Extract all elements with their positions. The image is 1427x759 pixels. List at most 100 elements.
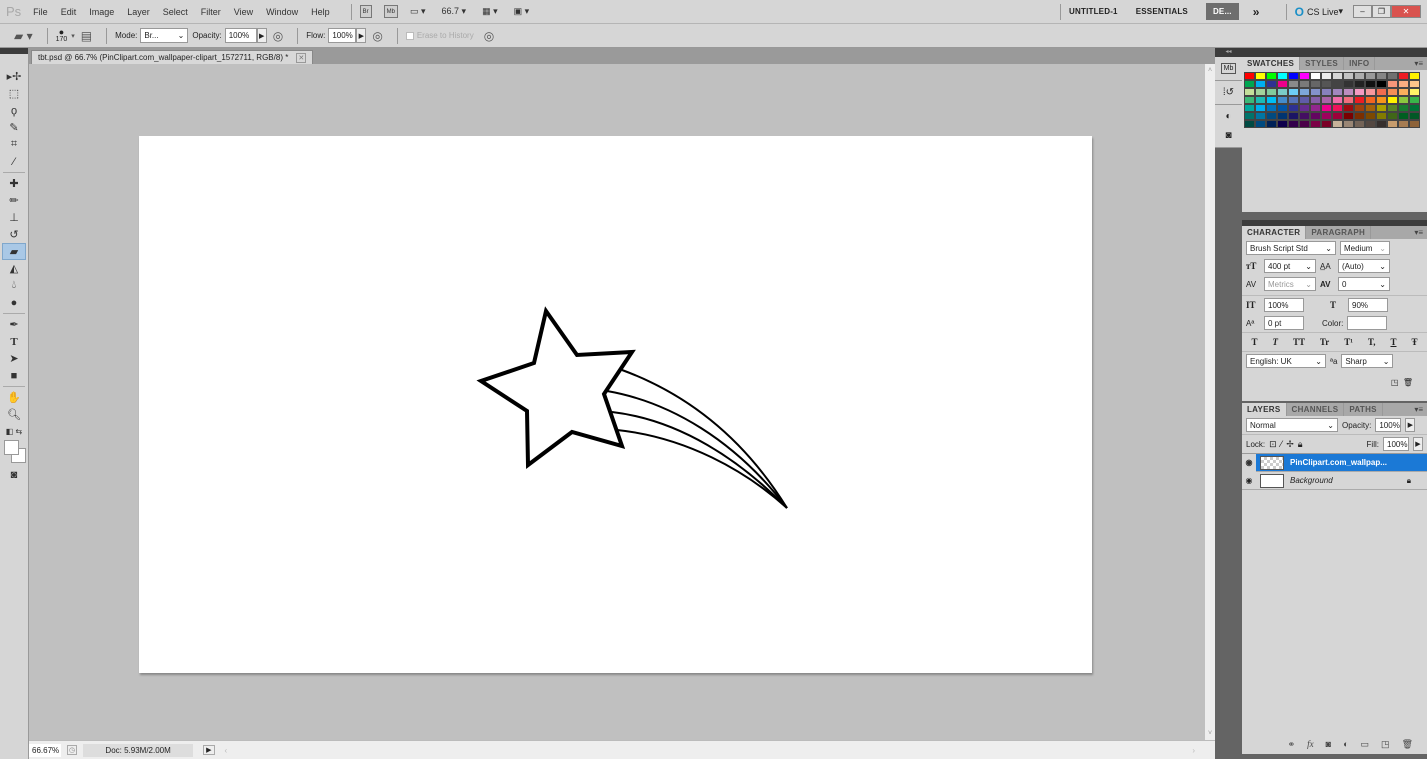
panel-menu-icon[interactable]: ▾≡ [1414, 405, 1427, 414]
chevron-down-icon[interactable]: ▾ [71, 32, 75, 40]
restore-button[interactable]: ❐ [1372, 5, 1391, 18]
close-tab-icon[interactable]: ✕ [296, 52, 307, 63]
hand-tool-icon[interactable]: ✋ [2, 389, 26, 406]
color-swatch[interactable] [1277, 80, 1288, 88]
zoom-percentage-input[interactable]: 66.67% [29, 743, 61, 757]
lock-image-icon[interactable]: ⁄ [1281, 439, 1283, 449]
color-swatch[interactable] [1299, 96, 1310, 104]
layer-fill-slider-button[interactable]: ▶ [1413, 437, 1423, 451]
opacity-slider-button[interactable]: ▶ [256, 28, 267, 43]
color-swatch[interactable] [1277, 96, 1288, 104]
color-swatch[interactable] [1332, 72, 1343, 80]
color-swatch[interactable] [1288, 80, 1299, 88]
color-swatch[interactable] [1354, 120, 1365, 128]
scroll-left-icon[interactable]: ‹ [225, 746, 228, 755]
panel-header[interactable] [1242, 48, 1427, 57]
color-swatch[interactable] [1365, 72, 1376, 80]
color-swatch[interactable] [1365, 104, 1376, 112]
font-family-select[interactable]: Brush Script Std ⌄ [1246, 241, 1336, 255]
horizontal-scrollbar[interactable]: ‹ › [221, 744, 1216, 756]
visibility-eye-icon[interactable]: ◉ [1242, 476, 1256, 485]
color-swatch[interactable] [1332, 104, 1343, 112]
color-swatch[interactable] [1310, 80, 1321, 88]
color-swatch[interactable] [1321, 88, 1332, 96]
color-swatch[interactable] [1354, 104, 1365, 112]
color-swatch[interactable] [1409, 96, 1420, 104]
color-swatch[interactable] [1255, 112, 1266, 120]
scroll-down-icon[interactable]: ˅ [1205, 730, 1215, 737]
color-swatch[interactable] [1288, 104, 1299, 112]
color-swatch[interactable] [1387, 96, 1398, 104]
color-swatch[interactable] [1332, 80, 1343, 88]
color-swatch[interactable] [1321, 96, 1332, 104]
color-swatch[interactable] [1354, 72, 1365, 80]
adjustments-panel-icon[interactable]: ◐ [1225, 111, 1231, 122]
color-swatch[interactable] [1354, 88, 1365, 96]
new-style-icon[interactable]: ◳ [1391, 378, 1399, 387]
color-swatch[interactable] [1299, 112, 1310, 120]
color-swatch[interactable] [1387, 120, 1398, 128]
color-swatch[interactable] [1244, 112, 1255, 120]
blend-mode-select[interactable]: Normal ⌄ [1246, 418, 1338, 432]
tab-channels[interactable]: CHANNELS [1287, 403, 1345, 416]
all-caps-button[interactable]: TT [1293, 337, 1305, 347]
color-swatch[interactable] [1266, 104, 1277, 112]
new-group-icon[interactable]: ▭ [1361, 739, 1370, 750]
workspace-design[interactable]: DE... [1205, 3, 1239, 20]
color-swatch[interactable] [1365, 120, 1376, 128]
color-swatch[interactable] [1398, 72, 1409, 80]
color-swatch[interactable] [1244, 88, 1255, 96]
layer-opacity-input[interactable]: 100% [1375, 418, 1402, 432]
workspace-essentials[interactable]: ESSENTIALS [1136, 7, 1188, 16]
color-swatch[interactable] [1332, 96, 1343, 104]
clone-stamp-tool-icon[interactable]: ⊥ [2, 209, 26, 226]
lock-position-icon[interactable]: ✢ [1286, 439, 1294, 450]
underline-button[interactable]: T [1390, 337, 1396, 347]
tab-paragraph[interactable]: PARAGRAPH [1306, 226, 1372, 239]
adjustment-layer-icon[interactable]: ◐ [1343, 739, 1348, 750]
type-tool-icon[interactable]: T [2, 333, 26, 350]
tab-info[interactable]: INFO [1344, 57, 1376, 70]
lock-all-icon[interactable]: 🔒︎ [1298, 439, 1303, 450]
color-swatch[interactable] [1365, 88, 1376, 96]
color-swatch[interactable] [1332, 120, 1343, 128]
blur-tool-icon[interactable]: 💧︎ [2, 277, 26, 294]
link-layers-icon[interactable]: ⚭ [1288, 739, 1296, 750]
layer-style-icon[interactable]: fx [1307, 739, 1314, 750]
color-swatch[interactable] [1398, 96, 1409, 104]
arrange-documents-icon[interactable]: ▦ ▾ [482, 6, 498, 17]
quick-selection-tool-icon[interactable]: ✎ [2, 119, 26, 136]
color-swatch[interactable] [1288, 120, 1299, 128]
color-swatch[interactable] [1244, 72, 1255, 80]
faux-bold-button[interactable]: T [1251, 337, 1257, 347]
cs-live-button[interactable]: O CS Live ▾ [1295, 5, 1343, 19]
color-swatch[interactable] [1332, 88, 1343, 96]
color-swatch[interactable] [1387, 80, 1398, 88]
menu-filter[interactable]: Filter [201, 7, 221, 17]
color-swatch[interactable] [1376, 104, 1387, 112]
faux-italic-button[interactable]: T [1272, 337, 1278, 347]
color-swatch[interactable] [1288, 72, 1299, 80]
color-swatch[interactable] [1299, 88, 1310, 96]
tab-swatches[interactable]: SWATCHES [1242, 57, 1301, 70]
menu-window[interactable]: Window [266, 7, 298, 17]
close-button[interactable]: ✕ [1391, 5, 1421, 18]
vertical-scrollbar[interactable]: ˄ ˅ [1205, 64, 1215, 740]
color-swatch[interactable] [1376, 88, 1387, 96]
color-swatch[interactable] [1409, 112, 1420, 120]
tab-character[interactable]: CHARACTER [1242, 226, 1307, 239]
color-swatch[interactable] [1387, 112, 1398, 120]
color-swatch[interactable] [1398, 80, 1409, 88]
opacity-input[interactable]: 100% [224, 28, 257, 43]
color-swatch[interactable] [1244, 80, 1255, 88]
color-swatch[interactable] [1343, 80, 1354, 88]
paint-bucket-tool-icon[interactable]: ◭ [2, 260, 26, 277]
horizontal-scale-input[interactable]: 90% [1348, 298, 1388, 312]
menu-file[interactable]: File [33, 7, 48, 17]
eraser-tool-preset-icon[interactable]: ▰ ▾ [14, 29, 33, 43]
color-swatch[interactable] [1277, 72, 1288, 80]
color-swatch[interactable] [1266, 120, 1277, 128]
color-swatch[interactable] [1310, 112, 1321, 120]
strikethrough-button[interactable]: Ŧ [1411, 337, 1417, 347]
color-swatch[interactable] [1409, 88, 1420, 96]
